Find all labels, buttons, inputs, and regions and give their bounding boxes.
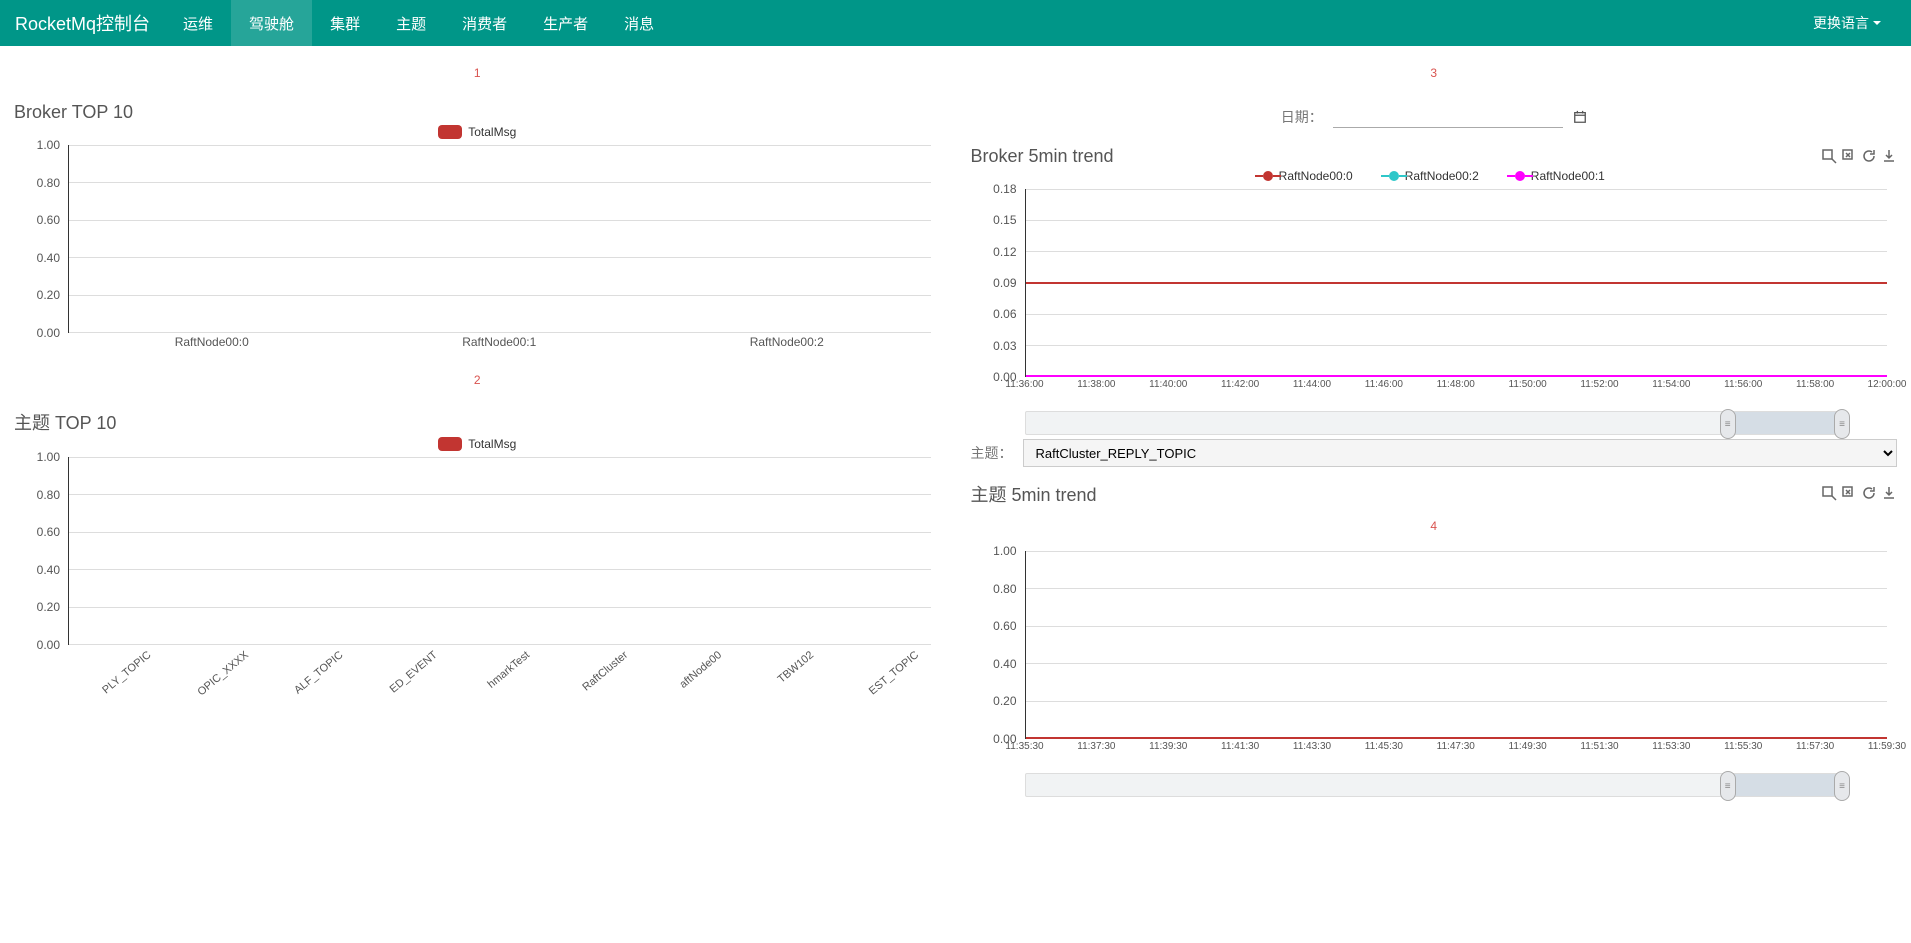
nav-item-message[interactable]: 消息 <box>606 0 672 46</box>
section-number-1: 1 <box>14 66 941 80</box>
calendar-icon[interactable] <box>1573 110 1587 124</box>
nav-item-topic[interactable]: 主题 <box>378 0 444 46</box>
nav-item-producer[interactable]: 生产者 <box>525 0 606 46</box>
legend-dot-icon <box>1515 171 1525 181</box>
navbar: RocketMq控制台 运维 驾驶舱 集群 主题 消费者 生产者 消息 更换语言 <box>0 0 1911 46</box>
refresh-icon[interactable] <box>1861 485 1877 501</box>
chart3-datazoom[interactable]: ≡ ≡ <box>1025 411 1844 435</box>
chart3-toolbox <box>1821 148 1897 164</box>
date-label: 日期： <box>1281 107 1323 127</box>
chart2-legend-item[interactable]: TotalMsg <box>438 437 516 451</box>
language-dropdown[interactable]: 更换语言 <box>1798 0 1896 46</box>
chart1[interactable]: 0.000.200.400.600.801.00 RaftNode00:0Raf… <box>14 145 941 355</box>
legend-label: TotalMsg <box>468 437 516 451</box>
section-number-2: 2 <box>14 373 941 387</box>
datazoom-handle-left[interactable]: ≡ <box>1720 409 1736 439</box>
nav-list: 运维 驾驶舱 集群 主题 消费者 生产者 消息 <box>165 0 672 46</box>
legend-swatch-icon <box>438 125 462 139</box>
chart2-title: 主题 TOP 10 <box>14 409 941 435</box>
chart4[interactable]: 0.000.200.400.600.801.00 11:35:3011:37:3… <box>971 551 1898 761</box>
chart1-legend-item[interactable]: TotalMsg <box>438 125 516 139</box>
datazoom-handle-right[interactable]: ≡ <box>1834 771 1850 801</box>
chart1-legend: TotalMsg <box>14 125 941 139</box>
section-number-3: 3 <box>971 66 1898 80</box>
chart3-legend: RaftNode00:0 RaftNode00:2 RaftNode00:1 <box>971 169 1898 183</box>
chart2-legend: TotalMsg <box>14 437 941 451</box>
chart4-toolbox <box>1821 485 1897 501</box>
download-icon[interactable] <box>1881 148 1897 164</box>
topic-select[interactable]: RaftCluster_REPLY_TOPIC <box>1023 439 1898 467</box>
legend-label: TotalMsg <box>468 125 516 139</box>
legend-label: RaftNode00:0 <box>1279 169 1353 183</box>
nav-item-ops[interactable]: 运维 <box>165 0 231 46</box>
zoom-reset-icon[interactable] <box>1841 485 1857 501</box>
datazoom-handle-right[interactable]: ≡ <box>1834 409 1850 439</box>
zoom-reset-icon[interactable] <box>1841 148 1857 164</box>
nav-item-dashboard[interactable]: 驾驶舱 <box>231 0 312 46</box>
datazoom-handle-left[interactable]: ≡ <box>1720 771 1736 801</box>
language-label: 更换语言 <box>1813 13 1869 33</box>
zoom-icon[interactable] <box>1821 485 1837 501</box>
topic-label: 主题： <box>971 443 1013 463</box>
zoom-icon[interactable] <box>1821 148 1837 164</box>
chart3[interactable]: 0.000.030.060.090.120.150.18 11:36:0011:… <box>971 189 1898 399</box>
date-input[interactable] <box>1333 106 1563 128</box>
brand: RocketMq控制台 <box>15 0 165 46</box>
legend-label: RaftNode00:2 <box>1405 169 1479 183</box>
legend-label: RaftNode00:1 <box>1531 169 1605 183</box>
legend-dot-icon <box>1263 171 1273 181</box>
refresh-icon[interactable] <box>1861 148 1877 164</box>
nav-item-cluster[interactable]: 集群 <box>312 0 378 46</box>
download-icon[interactable] <box>1881 485 1897 501</box>
chart4-datazoom[interactable]: ≡ ≡ <box>1025 773 1844 797</box>
nav-item-consumer[interactable]: 消费者 <box>444 0 525 46</box>
chart3-legend-item-1[interactable]: RaftNode00:2 <box>1381 169 1487 183</box>
chart3-title: Broker 5min trend <box>971 146 1114 167</box>
chart3-legend-item-0[interactable]: RaftNode00:0 <box>1255 169 1361 183</box>
chart2[interactable]: 0.000.200.400.600.801.00 PLY_TOPICOPIC_X… <box>14 457 941 667</box>
chart1-title: Broker TOP 10 <box>14 102 941 123</box>
date-row: 日期： <box>971 106 1898 128</box>
topic-row: 主题： RaftCluster_REPLY_TOPIC <box>971 439 1898 467</box>
chart4-title: 主题 5min trend <box>971 481 1097 507</box>
section-number-4: 4 <box>971 519 1898 533</box>
caret-down-icon <box>1873 21 1881 25</box>
legend-dot-icon <box>1389 171 1399 181</box>
legend-swatch-icon <box>438 437 462 451</box>
chart3-legend-item-2[interactable]: RaftNode00:1 <box>1507 169 1613 183</box>
